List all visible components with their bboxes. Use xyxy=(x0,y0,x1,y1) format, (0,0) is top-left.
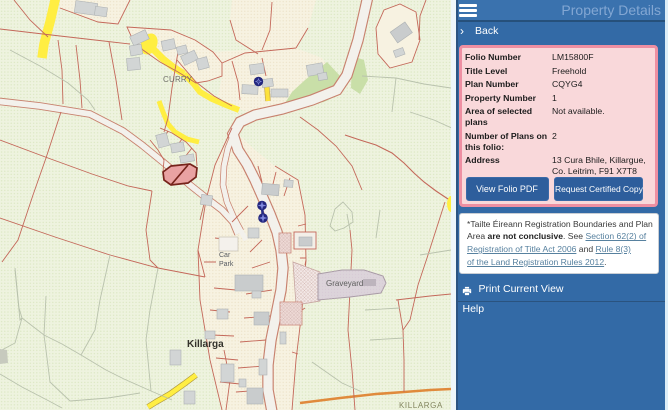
svg-text:Killarga: Killarga xyxy=(187,339,224,350)
svg-text:Park: Park xyxy=(219,261,234,268)
svg-text:KILLARGA: KILLARGA xyxy=(399,401,443,410)
svg-text:Car: Car xyxy=(219,252,231,259)
svg-text:Graveyard: Graveyard xyxy=(326,279,363,288)
svg-text:CURRY: CURRY xyxy=(163,75,193,84)
